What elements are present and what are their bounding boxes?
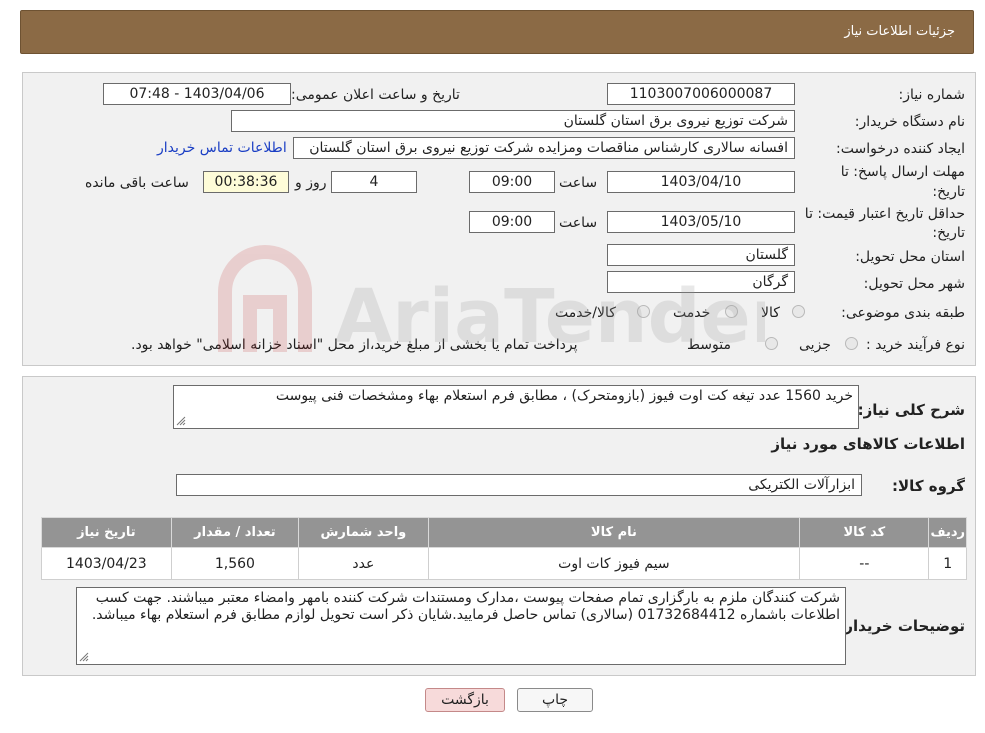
days-label: روز و [295, 175, 327, 191]
process-label: نوع فرآیند خرید : [866, 337, 965, 353]
process-option-minor: جزیی [799, 337, 831, 353]
col-unit: واحد شمارش [298, 517, 429, 548]
page-header: جزئیات اطلاعات نیاز [20, 10, 974, 54]
print-button[interactable]: چاپ [517, 688, 593, 712]
buyer-contact-link[interactable]: اطلاعات تماس خریدار [157, 140, 287, 156]
goods-group-field: ابزارآلات الکتریکی [176, 474, 862, 496]
cell-row-number: 1 [928, 547, 967, 580]
province-field: گلستان [607, 244, 795, 266]
col-need-date: تاریخ نیاز [41, 517, 172, 548]
remaining-time-label: ساعت باقی مانده [85, 175, 189, 191]
process-option-medium: متوسط [687, 337, 731, 353]
buyer-notes-label: توضیحات خریدار: [838, 617, 965, 635]
category-radio-service[interactable] [725, 305, 738, 318]
category-option-goods-service: کالا/خدمت [555, 305, 616, 321]
cell-quantity: 1,560 [170, 547, 300, 580]
city-field: گرگان [607, 271, 795, 293]
col-quantity: تعداد / مقدار [170, 517, 300, 548]
buyer-org-field: شرکت توزیع نیروی برق استان گلستان [231, 110, 795, 132]
remaining-time-field: 00:38:36 [203, 171, 289, 193]
category-option-service: خدمت [673, 305, 711, 321]
summary-textarea[interactable]: خرید 1560 عدد تیغه کت اوت فیوز (بازومتحر… [173, 385, 859, 429]
resize-grip-icon[interactable] [176, 416, 186, 426]
col-goods-name: نام کالا [427, 517, 801, 548]
goods-group-label: گروه کالا: [892, 477, 965, 495]
process-radio-medium[interactable] [765, 337, 778, 350]
buyer-notes-textarea[interactable]: شرکت کنندگان ملزم به بارگزاری تمام صفحات… [76, 587, 846, 665]
announce-label: تاریخ و ساعت اعلان عمومی: [291, 87, 460, 103]
deadline-time-field: 09:00 [469, 171, 555, 193]
table-header-row: ردیف کد کالا نام کالا واحد شمارش تعداد /… [41, 517, 967, 548]
announce-field: 1403/04/06 - 07:48 [103, 83, 291, 105]
goods-table: ردیف کد کالا نام کالا واحد شمارش تعداد /… [41, 517, 967, 580]
validity-time-label: ساعت [559, 215, 598, 231]
city-label: شهر محل تحویل: [863, 276, 965, 292]
resize-grip-icon[interactable] [79, 652, 89, 662]
validity-time-field: 09:00 [469, 211, 555, 233]
need-details-panel: شرح کلی نیاز: خرید 1560 عدد تیغه کت اوت … [22, 376, 976, 676]
creator-label: ایجاد کننده درخواست: [836, 141, 965, 157]
col-row-number: ردیف [928, 517, 967, 548]
cell-need-date: 1403/04/23 [41, 547, 172, 580]
summary-label: شرح کلی نیاز: [857, 401, 965, 419]
creator-field: افسانه سالاری کارشناس مناقصات ومزایده شر… [293, 137, 795, 159]
buyer-org-label: نام دستگاه خریدار: [854, 114, 965, 130]
category-label: طبقه بندی موضوعی: [841, 305, 965, 321]
cell-goods-code: -- [799, 547, 930, 580]
category-option-goods: کالا [761, 305, 780, 321]
buyer-notes-text: شرکت کنندگان ملزم به بارگزاری تمام صفحات… [91, 590, 840, 623]
category-radio-goods-service[interactable] [637, 305, 650, 318]
cell-goods-name: سیم فیوز کات اوت [427, 547, 801, 580]
items-heading: اطلاعات کالاهای مورد نیاز [771, 435, 965, 453]
deadline-time-label: ساعت [559, 175, 598, 191]
validity-label-date: تاریخ: [932, 225, 965, 241]
deadline-date-field: 1403/04/10 [607, 171, 795, 193]
days-remaining-field: 4 [331, 171, 417, 193]
process-note: پرداخت تمام یا بخشی از مبلغ خرید،از محل … [131, 337, 578, 353]
province-label: استان محل تحویل: [855, 249, 965, 265]
need-info-panel: شماره نیاز: 1103007006000087 تاریخ و ساع… [22, 72, 976, 366]
deadline-label-date: تاریخ: [932, 184, 965, 200]
need-number-label: شماره نیاز: [898, 87, 966, 103]
validity-label: حداقل تاریخ اعتبار قیمت: تا [804, 206, 965, 222]
validity-date-field: 1403/05/10 [607, 211, 795, 233]
summary-text: خرید 1560 عدد تیغه کت اوت فیوز (بازومتحر… [275, 388, 853, 404]
category-radio-goods[interactable] [792, 305, 805, 318]
need-number-field: 1103007006000087 [607, 83, 795, 105]
col-goods-code: کد کالا [799, 517, 930, 548]
table-row: 1 -- سیم فیوز کات اوت عدد 1,560 1403/04/… [41, 547, 967, 580]
process-radio-minor[interactable] [845, 337, 858, 350]
deadline-label: مهلت ارسال پاسخ: تا [840, 164, 965, 180]
cell-unit: عدد [298, 547, 429, 580]
back-button[interactable]: بازگشت [425, 688, 505, 712]
page-title: جزئیات اطلاعات نیاز [844, 24, 955, 39]
